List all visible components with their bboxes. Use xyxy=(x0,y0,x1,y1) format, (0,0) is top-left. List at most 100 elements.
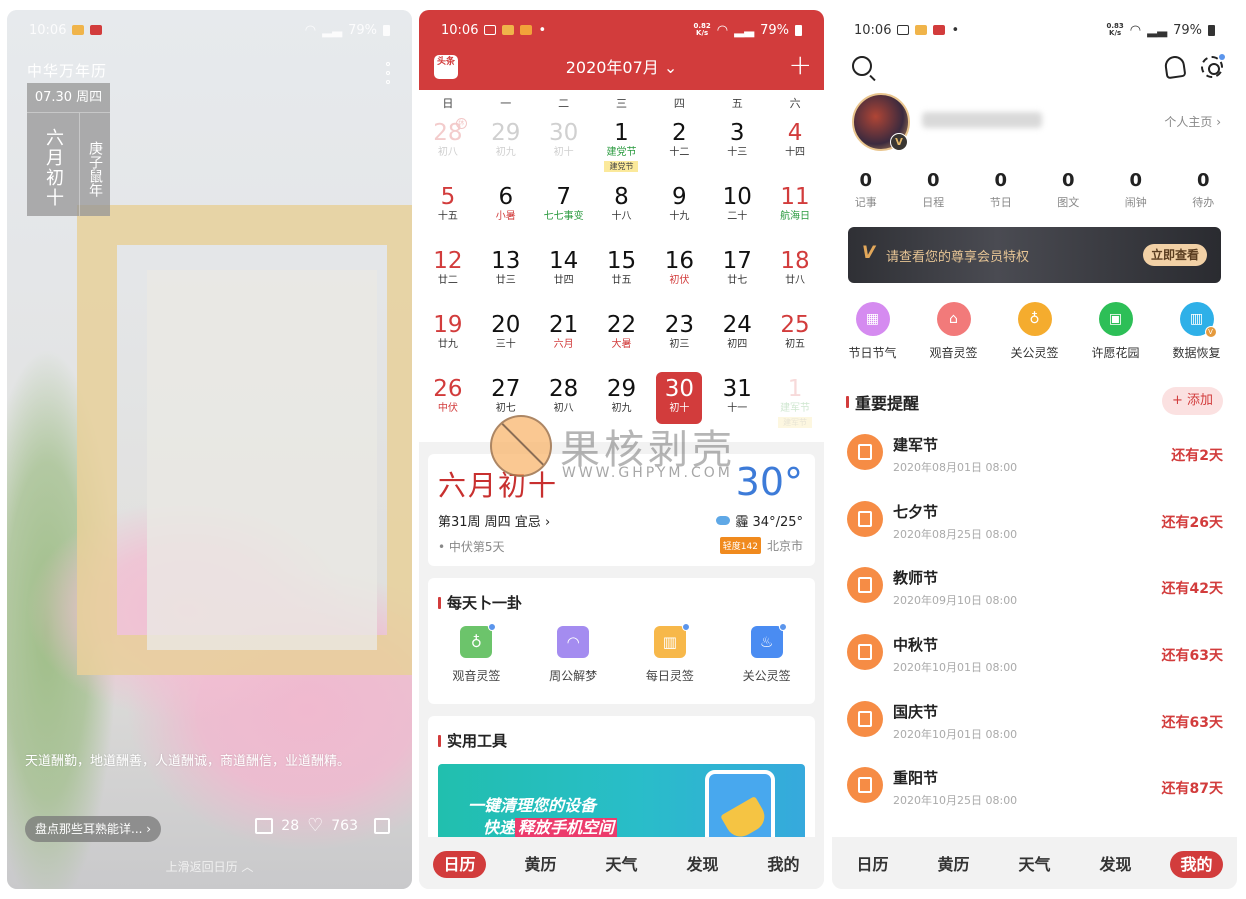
day-cell[interactable]: 29 初九 xyxy=(593,372,651,436)
tab-calendar[interactable]: 日历 xyxy=(832,851,913,875)
heart-icon[interactable]: ♡ xyxy=(307,817,323,835)
city-name: 北京市 xyxy=(766,539,803,553)
day-cell[interactable]: 21 六月 xyxy=(535,308,593,372)
day-cell[interactable]: 2 十二 xyxy=(650,116,708,180)
add-reminder-button[interactable]: + 添加 xyxy=(1161,387,1223,415)
app-name: 中华万年历 xyxy=(27,62,108,80)
counter-item[interactable]: 0 闹钟 xyxy=(1102,170,1170,210)
tab-weather[interactable]: 天气 xyxy=(581,851,662,875)
weather-icon xyxy=(502,25,515,35)
divination-item[interactable]: ♁ 观音灵签 xyxy=(428,623,525,684)
tab-weather[interactable]: 天气 xyxy=(994,851,1075,875)
reminder-row[interactable]: 建军节 2020年08月01日 08:00 还有2天 xyxy=(832,428,1237,495)
day-cell[interactable]: 1 建党节 建党节 xyxy=(593,116,651,180)
tab-mine[interactable]: 我的 xyxy=(743,851,824,875)
day-cell[interactable]: 16 初伏 xyxy=(650,244,708,308)
quick-action[interactable]: ▣ 许愿花园 xyxy=(1075,302,1156,361)
day-cell[interactable]: 9 十九 xyxy=(650,180,708,244)
counter-item[interactable]: 0 待办 xyxy=(1170,170,1238,210)
quick-action[interactable]: ⌂ 观音灵签 xyxy=(913,302,994,361)
day-cell[interactable]: 25 初五 xyxy=(766,308,824,372)
day-cell[interactable]: 26 中伏 xyxy=(419,372,477,436)
article-link-button[interactable]: 盘点那些耳熟能详... › xyxy=(25,816,162,842)
day-number: 16 xyxy=(664,248,694,274)
add-event-button[interactable]: + xyxy=(789,51,812,79)
lunar-label: 建党节 xyxy=(606,147,637,158)
share-icon[interactable] xyxy=(374,818,390,834)
day-cell[interactable]: 7 七七事变 xyxy=(535,180,593,244)
counter-item[interactable]: 0 图文 xyxy=(1035,170,1103,210)
day-cell[interactable]: 24 初四 xyxy=(708,308,766,372)
day-cell[interactable]: 8 十八 xyxy=(593,180,651,244)
day-cell[interactable]: 31 十一 xyxy=(708,372,766,436)
day-cell[interactable]: 19 廿九 xyxy=(419,308,477,372)
day-cell[interactable]: 30 初十 xyxy=(535,116,593,180)
day-cell-selected[interactable]: 30 初十 xyxy=(650,372,708,436)
day-cell[interactable]: 27 初七 xyxy=(477,372,535,436)
lunar-weather-card[interactable]: 六月初十 30° 第31周 周四 宜忌 › 霾 34°/25° • 中伏第5天 … xyxy=(428,454,815,566)
month-selector[interactable]: 2020年07月 ⌄ xyxy=(419,54,824,78)
day-cell[interactable]: 28 初八 xyxy=(535,372,593,436)
personal-homepage-link[interactable]: 个人主页 › xyxy=(1164,113,1221,130)
counter-item[interactable]: 0 节日 xyxy=(967,170,1035,210)
date-card[interactable]: 07.30 周四 六月初十 庚子鼠年 xyxy=(27,83,110,216)
lunar-label: 初三 xyxy=(669,339,690,350)
divination-item[interactable]: ◠ 周公解梦 xyxy=(525,626,622,684)
day-cell[interactable]: 13 廿三 xyxy=(477,244,535,308)
more-options-icon[interactable] xyxy=(384,62,392,84)
reminder-row[interactable]: 中秋节 2020年10月01日 08:00 还有63天 xyxy=(832,628,1237,695)
view-now-button[interactable]: 立即查看 xyxy=(1142,244,1207,266)
day-cell[interactable]: 6 小暑 xyxy=(477,180,535,244)
vip-privilege-banner[interactable]: V 请查看您的尊享会员特权 立即查看 xyxy=(848,227,1221,283)
reminder-row[interactable]: 国庆节 2020年10月01日 08:00 还有63天 xyxy=(832,695,1237,762)
day-cell[interactable]: 1 建军节 建军节 xyxy=(766,372,824,436)
day-cell[interactable]: 15 廿五 xyxy=(593,244,651,308)
divination-label: 每日灵签 xyxy=(645,669,694,683)
vip-banner-text: 请查看您的尊享会员特权 xyxy=(886,250,1030,265)
lunar-label: 初八 xyxy=(437,147,458,158)
quick-action[interactable]: ▥ V 数据恢复 xyxy=(1156,302,1237,361)
counter-item[interactable]: 0 日程 xyxy=(900,170,968,210)
day-cell[interactable]: 23 初三 xyxy=(650,308,708,372)
comment-icon[interactable] xyxy=(255,818,274,834)
tab-discover[interactable]: 发现 xyxy=(1075,851,1156,875)
day-cell[interactable]: 5 十五 xyxy=(419,180,477,244)
divination-item[interactable]: ▥ 每日灵签 xyxy=(622,623,719,684)
day-cell[interactable]: 28 初八休 xyxy=(419,116,477,180)
quick-action[interactable]: ♁ 关公灵签 xyxy=(994,302,1075,361)
tab-calendar[interactable]: 日历 xyxy=(419,851,500,878)
day-cell[interactable]: 22 大暑 xyxy=(593,308,651,372)
day-number: 3 xyxy=(729,120,745,146)
cleanup-banner[interactable]: 一键清理您的设备 快速 释放手机空间 xyxy=(438,764,805,844)
swipe-up-hint[interactable]: 上滑返回日历 ︿ xyxy=(7,858,412,875)
day-cell[interactable]: 18 廿八 xyxy=(766,244,824,308)
day-cell[interactable]: 14 廿四 xyxy=(535,244,593,308)
day-number: 25 xyxy=(780,312,810,338)
reminder-row[interactable]: 教师节 2020年09月10日 08:00 还有42天 xyxy=(832,561,1237,628)
day-cell[interactable]: 10 二十 xyxy=(708,180,766,244)
day-cell[interactable]: 20 三十 xyxy=(477,308,535,372)
day-cell[interactable]: 29 初九 xyxy=(477,116,535,180)
tab-almanac[interactable]: 黄历 xyxy=(913,851,994,875)
reminder-row[interactable]: 七夕节 2020年08月25日 08:00 还有26天 xyxy=(832,495,1237,562)
notification-bell-icon[interactable] xyxy=(1163,54,1187,80)
day-cell[interactable]: 4 十四 xyxy=(766,116,824,180)
day-cell[interactable]: 3 十三 xyxy=(708,116,766,180)
day-cell[interactable]: 17 廿七 xyxy=(708,244,766,308)
counter-label: 待办 xyxy=(1192,196,1215,209)
tab-mine[interactable]: 我的 xyxy=(1156,851,1237,878)
tab-discover[interactable]: 发现 xyxy=(662,851,743,875)
divination-item[interactable]: ♨ 关公灵签 xyxy=(718,623,815,684)
day-cell[interactable]: 12 廿二 xyxy=(419,244,477,308)
search-icon[interactable] xyxy=(852,56,872,76)
day-number: 30 xyxy=(664,376,694,402)
counter-item[interactable]: 0 记事 xyxy=(832,170,900,210)
tab-almanac[interactable]: 黄历 xyxy=(500,851,581,875)
screen-calendar: 10:06 • 0.82 K/s ◠ ▂▃ 79% 头条 2020年07月 ⌄ … xyxy=(419,10,824,889)
settings-gear-icon[interactable] xyxy=(1201,54,1225,78)
day-cell[interactable]: 11 航海日 xyxy=(766,180,824,244)
reminder-row[interactable]: 重阳节 2020年10月25日 08:00 还有87天 xyxy=(832,761,1237,828)
day-number: 5 xyxy=(440,184,456,210)
week-info-link[interactable]: 第31周 周四 宜忌 › xyxy=(438,511,550,530)
quick-action[interactable]: ▦ 节日节气 xyxy=(832,302,913,361)
